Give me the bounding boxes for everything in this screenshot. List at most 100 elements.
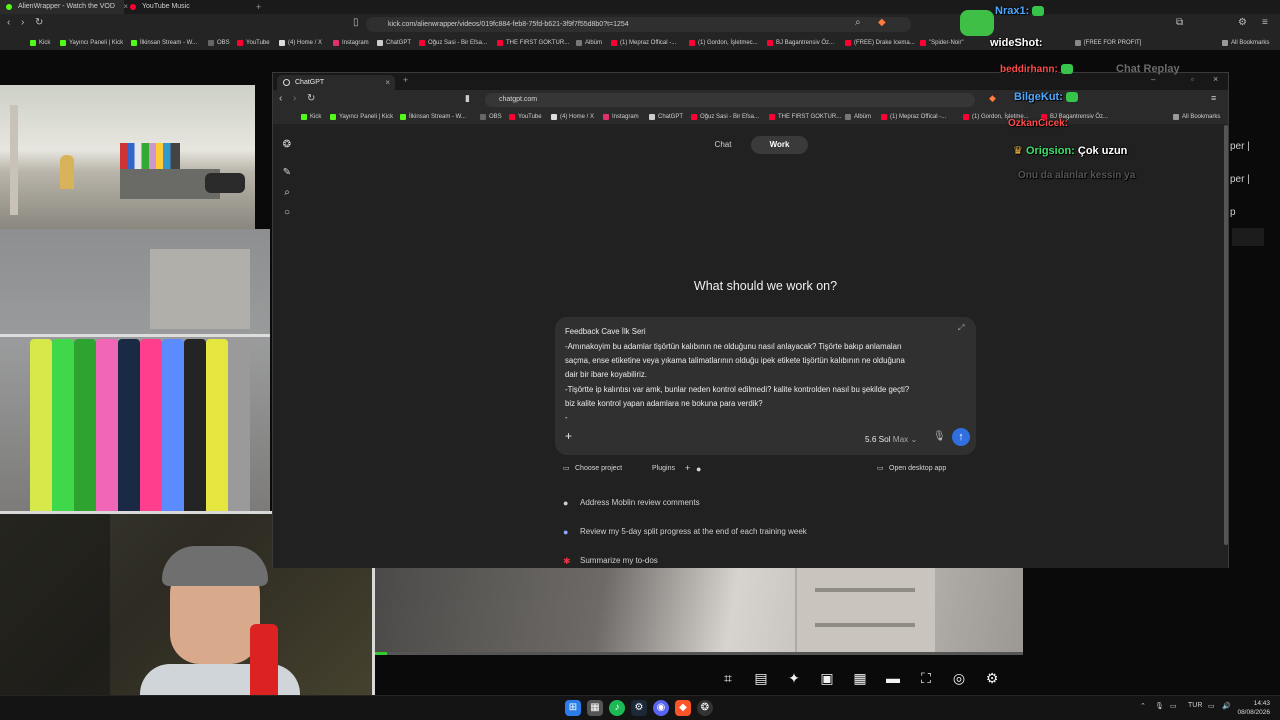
bookmark-item[interactable]: OBS	[480, 110, 502, 124]
discord-icon[interactable]: ◉	[653, 700, 669, 716]
suggestion-item[interactable]: ● Review my 5-day split progress at the …	[563, 527, 807, 537]
bookmark-item[interactable]: Kick	[30, 36, 50, 50]
outer-tab-kick[interactable]: AlienWrapper - Watch the VOD ×	[0, 0, 128, 14]
prompt-composer[interactable]: ⤢ Feedback Cave İlk Seri -Amınakoyim bu …	[555, 317, 976, 455]
chevron-up-icon[interactable]: ⌃	[1140, 702, 1146, 710]
reload-icon[interactable]: ↻	[307, 93, 315, 104]
bookmark-item[interactable]: (1) Mepraz Offical -...	[611, 36, 676, 50]
crop-icon[interactable]: ⌗	[718, 666, 738, 690]
minimize-icon[interactable]: –	[1151, 75, 1155, 84]
bookmark-item[interactable]: Instagram	[333, 36, 369, 50]
expand-icon[interactable]: ⤢	[958, 323, 964, 333]
steam-icon[interactable]: ⚙	[631, 700, 647, 716]
extensions-icon[interactable]: ⧉	[1176, 17, 1183, 28]
volume-icon[interactable]: 🔊	[1222, 702, 1231, 710]
zoom-icon[interactable]: ⌕	[855, 17, 861, 28]
suggestion-item[interactable]: ● Address Moblin review comments	[563, 498, 700, 508]
new-tab-icon[interactable]: +	[403, 75, 408, 85]
bookmark-item[interactable]: Albüm	[576, 36, 602, 50]
task-view-icon[interactable]: ▦	[587, 700, 603, 716]
clip-icon[interactable]: ▦	[850, 666, 870, 690]
bookmark-item[interactable]: THE FIRST GOKTUR...	[497, 36, 569, 50]
bookmark-item[interactable]: ChatGPT	[649, 110, 683, 124]
fullscreen-icon[interactable]: ⛶	[916, 666, 936, 690]
brave-shield-icon[interactable]: ◆	[878, 17, 886, 28]
picture-in-picture-icon[interactable]: ▣	[817, 666, 837, 690]
scrollbar[interactable]	[1224, 125, 1228, 545]
bookmark-item[interactable]: İlkinsan Stream - W...	[400, 110, 466, 124]
microphone-tray-icon[interactable]: 🎙	[1155, 702, 1164, 710]
brave-icon[interactable]: ◆	[675, 700, 691, 716]
bookmark-item[interactable]: İlkinsan Stream - W...	[131, 36, 197, 50]
bookmark-item[interactable]: (4) Home / X	[279, 36, 322, 50]
close-icon[interactable]: ×	[385, 75, 390, 90]
bookmark-item[interactable]: (4) Home / X	[551, 110, 594, 124]
bookmark-item[interactable]: (1) Mepraz Offical -...	[881, 110, 946, 124]
bookmark-item[interactable]: Yayıncı Paneli | Kick	[60, 36, 123, 50]
inner-address-bar[interactable]: chatgpt.com	[485, 93, 975, 107]
bookmark-item[interactable]: Kick	[301, 110, 321, 124]
menu-icon[interactable]: ≡	[1211, 93, 1216, 103]
bookmark-item[interactable]: (1) Gordon, İşletmec...	[689, 36, 758, 50]
bookmark-icon[interactable]: ▮	[465, 93, 470, 104]
bookmark-item[interactable]: OBS	[208, 36, 230, 50]
bookmark-item[interactable]: [FREE FOR PROFIT]	[1075, 36, 1141, 50]
bookmark-item[interactable]: Oğuz Sasi - Bir Efsa...	[419, 36, 487, 50]
forward-icon[interactable]: ›	[293, 93, 296, 104]
bookmark-item[interactable]: Oğuz Sasi - Bir Efsa...	[691, 110, 759, 124]
model-selector[interactable]: 5.6 Sol Max ⌄	[865, 434, 917, 444]
bookmark-item[interactable]: BJ Bagantrensiv Öz...	[767, 36, 834, 50]
chart-icon[interactable]: ▤	[751, 666, 771, 690]
reload-icon[interactable]: ↻	[35, 17, 43, 28]
chat-bubble-icon[interactable]: ○	[281, 207, 293, 218]
microphone-icon[interactable]: 🎙	[933, 431, 946, 442]
add-plugin-icon[interactable]: +	[685, 463, 690, 473]
bookmark-item[interactable]: Yayıncı Paneli | Kick	[330, 110, 393, 124]
chatgpt-logo-icon[interactable]: ❂	[281, 139, 293, 150]
bookmark-item[interactable]: THE FIRST GOKTUR...	[769, 110, 841, 124]
tab-chatgpt[interactable]: ChatGPT ×	[277, 75, 395, 90]
speed-icon[interactable]: ◎	[949, 666, 969, 690]
new-chat-icon[interactable]: ✎	[281, 167, 293, 178]
menu-icon[interactable]: ≡	[1262, 17, 1268, 28]
bookmark-item[interactable]: Albüm	[845, 110, 871, 124]
bookmark-item[interactable]: (FREE) Drake Icema...	[845, 36, 915, 50]
maximize-icon[interactable]: ▫	[1191, 75, 1194, 84]
suggestion-item[interactable]: ✱ Summarize my to-dos	[563, 556, 658, 566]
outer-tab-ytmusic[interactable]: YouTube Music	[124, 0, 254, 14]
choose-project-button[interactable]: Choose project	[575, 465, 622, 472]
language-indicator[interactable]: TUR	[1188, 702, 1202, 709]
network-tray-icon[interactable]: ▭	[1170, 702, 1177, 710]
back-icon[interactable]: ‹	[279, 93, 282, 104]
search-icon[interactable]: ⌕	[281, 187, 293, 198]
bookmark-item[interactable]: Instagram	[603, 110, 639, 124]
all-bookmarks[interactable]: All Bookmarks	[1173, 110, 1220, 124]
theater-icon[interactable]: ▬	[883, 666, 903, 690]
close-window-icon[interactable]: ×	[1213, 74, 1218, 84]
chatgpt-app-icon[interactable]: ❂	[697, 700, 713, 716]
plugins-button[interactable]: Plugins	[652, 465, 675, 472]
start-icon[interactable]: ⊞	[565, 700, 581, 716]
add-attachment-icon[interactable]: +	[565, 429, 572, 443]
tab-chat[interactable]: Chat	[698, 136, 748, 154]
sparkle-icon[interactable]: ✦	[784, 666, 804, 690]
bookmark-item[interactable]: YouTube	[509, 110, 542, 124]
brave-shield-icon[interactable]: ◆	[989, 93, 996, 104]
bookmark-item[interactable]: ChatGPT	[377, 36, 411, 50]
bookmark-icon[interactable]: ▯	[353, 17, 359, 28]
back-icon[interactable]: ‹	[7, 17, 10, 28]
open-desktop-app-link[interactable]: Open desktop app	[889, 465, 946, 472]
settings-icon[interactable]: ⚙	[1238, 17, 1247, 28]
all-bookmarks[interactable]: All Bookmarks	[1222, 36, 1269, 50]
bookmark-item[interactable]: YouTube	[237, 36, 270, 50]
forward-icon[interactable]: ›	[21, 17, 24, 28]
send-button[interactable]: ↑	[952, 428, 970, 446]
outer-address-bar[interactable]: kick.com/alienwrapper/videos/019fc884-fe…	[366, 17, 911, 32]
new-tab-icon[interactable]: +	[256, 0, 261, 14]
gear-icon[interactable]: ⚙	[982, 666, 1002, 690]
spotify-icon[interactable]: ♪	[609, 700, 625, 716]
monitor-tray-icon[interactable]: ▭	[1208, 702, 1215, 710]
bookmark-item[interactable]: "Spider-Noir"	[920, 36, 964, 50]
system-clock[interactable]: 14:43 08/08/2026	[1237, 699, 1270, 717]
tab-work[interactable]: Work	[751, 136, 808, 154]
